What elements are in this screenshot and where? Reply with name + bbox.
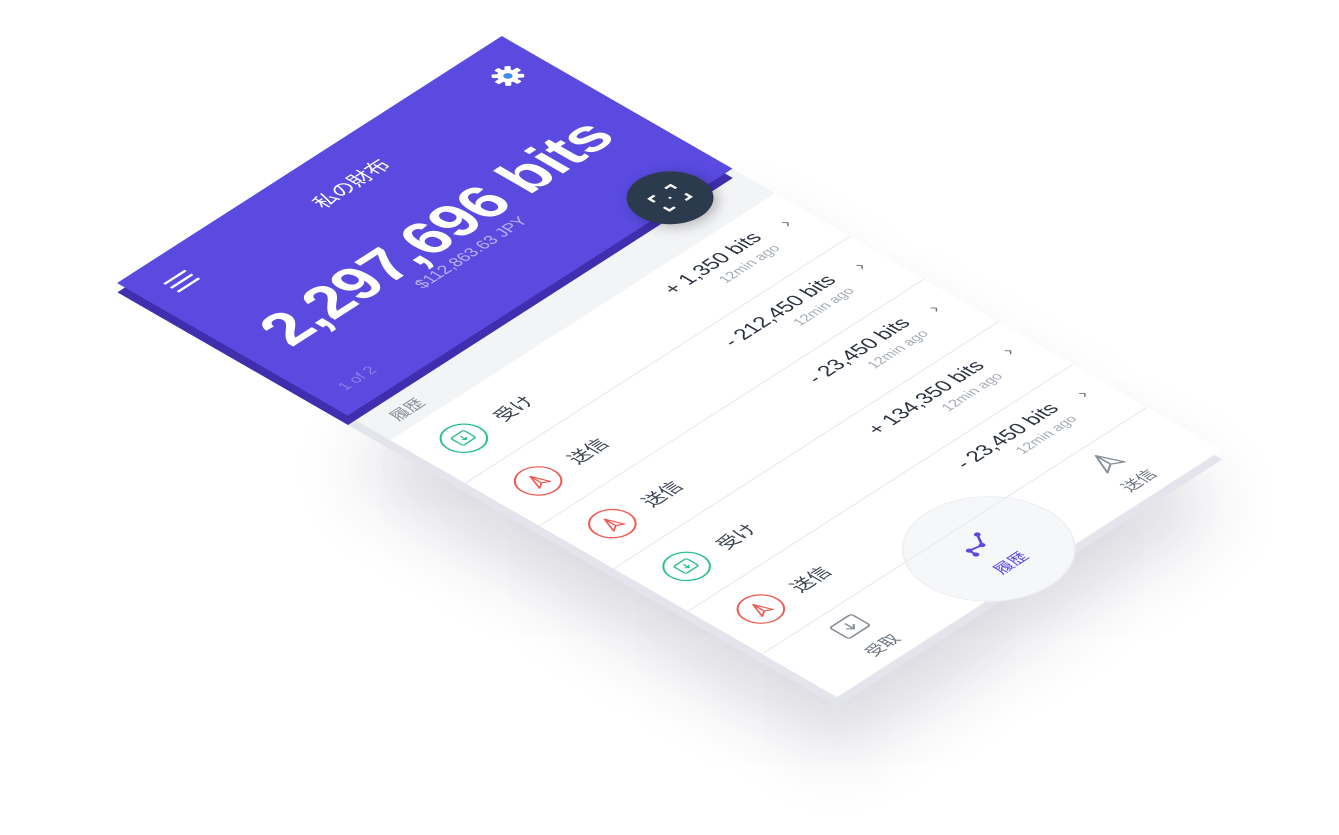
transaction-type: 送信 bbox=[786, 564, 838, 596]
receive-icon bbox=[439, 423, 489, 454]
send-icon bbox=[736, 594, 786, 624]
chevron-right-icon: › bbox=[921, 301, 945, 315]
chevron-right-icon: › bbox=[1070, 386, 1094, 401]
paper-plane-icon bbox=[1094, 455, 1126, 474]
receive-box-icon bbox=[829, 614, 871, 639]
send-icon bbox=[588, 508, 637, 539]
transaction-type: 送信 bbox=[563, 435, 615, 468]
chevron-right-icon: › bbox=[773, 215, 797, 230]
transaction-type: 受け bbox=[489, 393, 541, 425]
send-icon bbox=[513, 466, 563, 496]
wallet-phone-screen: 受取 履歴 送信 履歴 受け + 1,350 bits 12min ago › 送信 - … bbox=[117, 36, 1222, 698]
transaction-type: 送信 bbox=[637, 478, 689, 511]
scan-qr-icon bbox=[647, 183, 694, 212]
wallet-pager: 1 of 2 bbox=[333, 363, 381, 393]
chevron-right-icon: › bbox=[996, 343, 1020, 358]
history-graph-icon bbox=[965, 532, 986, 557]
transaction-type: 受け bbox=[711, 521, 764, 553]
receive-icon bbox=[662, 551, 711, 582]
chevron-right-icon: › bbox=[847, 258, 871, 273]
